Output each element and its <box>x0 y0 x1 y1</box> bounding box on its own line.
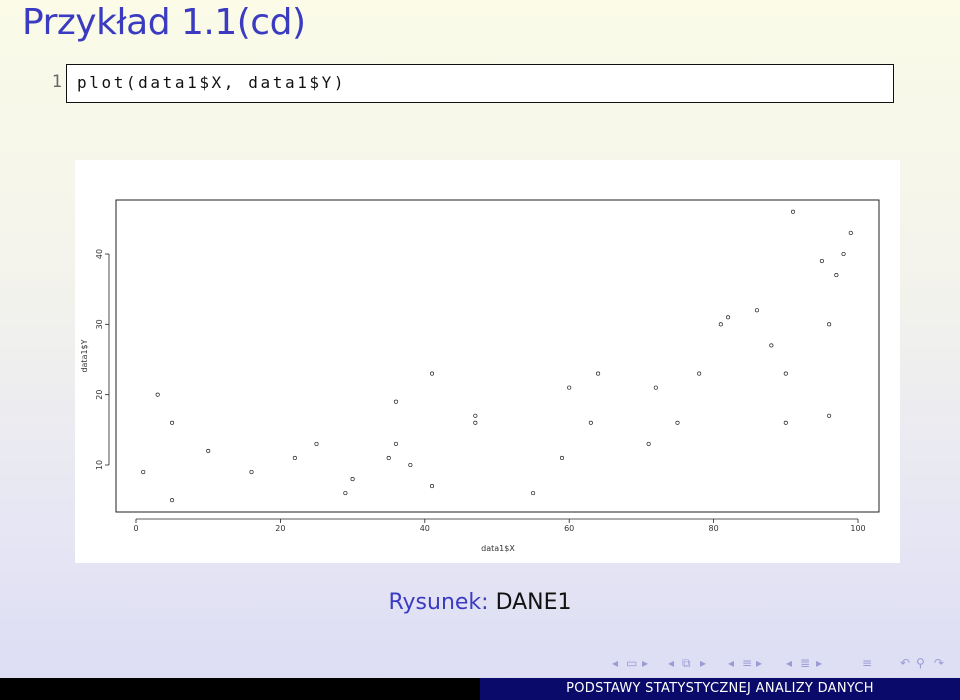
frame-icon[interactable]: ▭ <box>626 654 637 672</box>
align-icon[interactable]: ≡ <box>862 654 872 672</box>
beamer-navigation-bar: ◂ ▭ ▸ ◂ ⧉ ▸ ◂ ≡ ▸ ◂ ≣ ▸ ≡ ↶ ⚲ ↷ <box>600 654 960 672</box>
footer-left <box>0 678 480 700</box>
data-point <box>841 251 846 257</box>
x-tick-label: 80 <box>709 524 719 533</box>
data-point <box>429 371 435 376</box>
data-point <box>141 469 146 475</box>
x-tick-label: 60 <box>564 524 574 533</box>
data-point <box>725 315 731 320</box>
code-line-number: 1 <box>51 72 62 92</box>
footer-title: PODSTAWY STATYSTYCZNEJ ANALIZY DANYCH <box>480 678 960 700</box>
prev-section-icon[interactable]: ◂ <box>728 654 734 672</box>
data-point <box>653 385 658 390</box>
data-point <box>393 399 398 404</box>
data-point <box>783 371 788 376</box>
x-axis-label: data1$X <box>481 544 515 553</box>
data-point <box>343 491 348 496</box>
plot-box <box>115 199 880 513</box>
code-line-text: plot(data1$X, data1$Y) <box>77 73 347 92</box>
footer-bar: PODSTAWY STATYSTYCZNEJ ANALIZY DANYCH <box>0 678 960 700</box>
data-point <box>754 308 759 313</box>
code-listing: 1 plot(data1$X, data1$Y) <box>48 64 894 104</box>
prev-slide-icon[interactable]: ◂ <box>786 654 792 672</box>
y-tick-label: 40 <box>95 249 104 259</box>
x-tick-label: 20 <box>275 524 285 533</box>
data-point <box>834 273 839 278</box>
data-point <box>249 469 254 475</box>
data-point <box>350 477 355 482</box>
data-point <box>473 420 478 425</box>
data-point <box>819 258 824 264</box>
figure-caption: Rysunek: DANE1 <box>0 590 960 615</box>
scatter-plot-figure: 0 20 40 60 80 100 10 20 30 40 data1$X data1$Y <box>75 160 900 563</box>
y-axis-label: data1$Y <box>80 339 89 372</box>
x-tick-label: 0 <box>133 524 138 533</box>
y-tick-label: 10 <box>95 460 104 470</box>
caption-text: DANE1 <box>495 590 572 615</box>
data-point <box>848 230 853 235</box>
next-frame-icon[interactable]: ▸ <box>642 654 648 672</box>
caption-label: Rysunek: <box>388 590 489 615</box>
data-point <box>827 322 832 327</box>
prev-frame-icon[interactable]: ◂ <box>612 654 618 672</box>
search-icon[interactable]: ⚲ <box>916 654 925 672</box>
slide-icon[interactable]: ≣ <box>800 654 810 672</box>
data-point <box>429 484 435 489</box>
y-tick-label: 20 <box>95 390 104 400</box>
subsection-icon[interactable]: ⧉ <box>682 654 691 672</box>
data-point <box>697 371 702 376</box>
data-point <box>206 448 211 453</box>
data-point <box>292 455 297 461</box>
data-point <box>155 392 160 397</box>
data-point <box>718 322 723 327</box>
frame-title: Przykład 1.1(cd) <box>22 2 306 43</box>
x-tick-label: 40 <box>420 524 430 533</box>
scatter-plot: 0 20 40 60 80 100 10 20 30 40 data1$X data1$Y <box>80 199 880 553</box>
y-axis: 10 20 30 40 <box>95 249 110 470</box>
data-point <box>531 491 536 496</box>
x-tick-label: 100 <box>850 524 865 533</box>
data-point <box>827 413 832 418</box>
data-point <box>588 420 593 425</box>
next-section-icon[interactable]: ▸ <box>756 654 762 672</box>
prev-subsection-icon[interactable]: ◂ <box>668 654 674 672</box>
data-point <box>386 455 391 461</box>
data-point <box>675 420 680 425</box>
data-point <box>559 455 565 461</box>
data-point <box>473 413 478 418</box>
data-point <box>596 371 601 376</box>
data-point <box>170 498 175 503</box>
data-point <box>790 209 796 214</box>
code-box: plot(data1$X, data1$Y) <box>66 64 894 103</box>
data-point <box>567 385 572 390</box>
back-icon[interactable]: ↶ <box>900 654 910 672</box>
data-point <box>783 420 788 425</box>
data-point <box>170 420 175 425</box>
section-icon[interactable]: ≡ <box>742 654 752 672</box>
next-subsection-icon[interactable]: ▸ <box>700 654 706 672</box>
data-point <box>408 462 413 468</box>
y-tick-label: 30 <box>95 319 104 329</box>
forward-icon[interactable]: ↷ <box>934 654 944 672</box>
data-point <box>646 441 651 446</box>
next-slide-icon[interactable]: ▸ <box>816 654 822 672</box>
x-axis: 0 20 40 60 80 100 <box>133 518 866 533</box>
data-point <box>314 441 319 446</box>
data-point <box>393 441 398 446</box>
data-point <box>769 343 774 348</box>
data-points <box>141 209 853 503</box>
